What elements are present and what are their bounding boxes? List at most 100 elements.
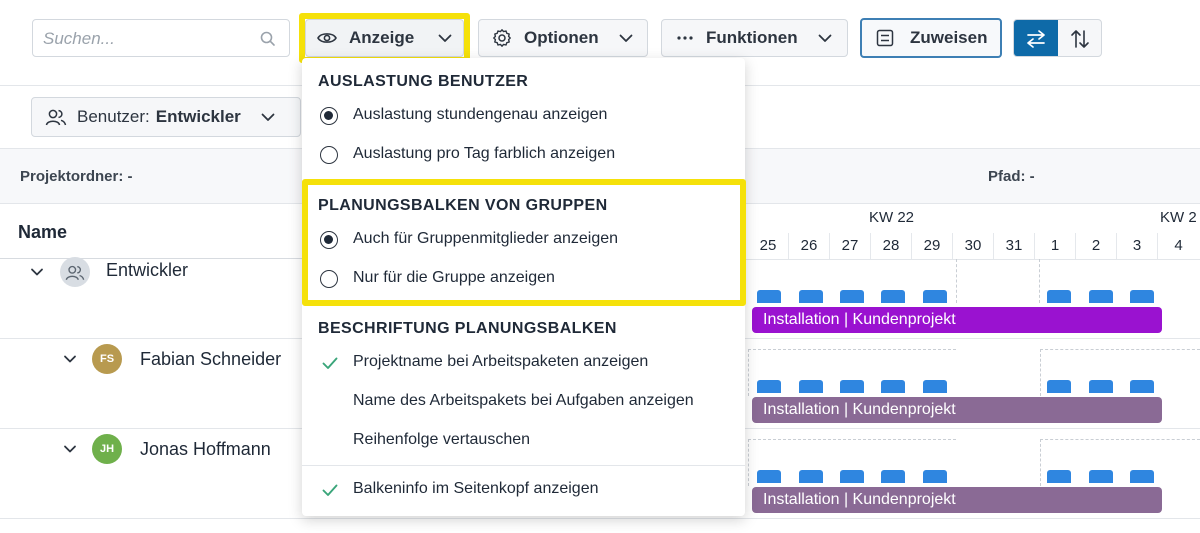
radio-selected[interactable] [320,107,338,125]
menu-item-balkeninfo[interactable]: Balkeninfo im Seitenkopf anzeigen [302,476,745,512]
menu-item-reihenfolge[interactable]: Reihenfolge vertauschen [302,427,745,463]
name-column-header[interactable]: Name [18,222,67,243]
menu-item-label: Reihenfolge vertauschen [353,431,531,448]
day-cell: 31 [994,233,1035,259]
day-cell: 26 [789,233,830,259]
pfad-label: Pfad: - [988,168,1035,185]
anzeige-highlight-frame [299,13,470,63]
orientation-toggle[interactable] [1013,19,1102,57]
funktionen-label: Funktionen [706,28,798,47]
menu-section-title: BESCHRIFTUNG PLANUNGSBALKEN [318,320,617,337]
optionen-label: Optionen [524,28,599,47]
group-section-highlight-frame [302,179,746,306]
chevron-down-icon[interactable] [63,442,77,456]
planning-bar[interactable]: Installation | Kundenprojekt [752,307,1162,333]
projektordner-label: Projektordner: - [20,168,133,185]
chevron-down-icon [818,34,832,42]
menu-item-label: Balkeninfo im Seitenkopf anzeigen [353,480,599,497]
workload-block [1130,290,1154,303]
avatar: JH [92,434,122,464]
menu-item-label: Auslastung stundengenau anzeigen [353,106,608,123]
workload-block [799,380,823,393]
menu-item-label: Auslastung pro Tag farblich anzeigen [353,145,616,162]
menu-divider [302,465,745,466]
workload-block [840,470,864,483]
user-filter-prefix: Benutzer: [77,107,150,126]
day-cell: 28 [871,233,912,259]
workload-block [923,290,947,303]
day-cell: 29 [912,233,953,259]
week-label: KW 22 [869,209,915,226]
day-header: 25 26 27 28 29 30 31 1 2 3 4 [748,233,1199,259]
workload-block [757,470,781,483]
week-label: KW 2 [1160,209,1197,226]
group-avatar [60,257,90,287]
workload-block [1047,380,1071,393]
workload-block [1089,380,1113,393]
workload-block [923,470,947,483]
menu-item-label: Projektname bei Arbeitspaketen anzeigen [353,353,649,370]
workload-block [757,290,781,303]
weekend-shade [956,259,1040,303]
menu-item-arbeitspaket-name[interactable]: Name des Arbeitspakets bei Aufgaben anze… [302,388,745,424]
users-icon [45,109,67,126]
menu-item-projektname[interactable]: Projektname bei Arbeitspaketen anzeigen [302,349,745,385]
search-input[interactable] [43,28,253,50]
workload-block [799,470,823,483]
chevron-down-icon [619,34,633,42]
day-cell: 4 [1174,237,1183,254]
check-icon [322,484,338,496]
workload-block [757,380,781,393]
planning-bar[interactable]: Installation | Kundenprojekt [752,487,1162,513]
chevron-down-icon[interactable] [30,265,44,279]
day-cell: 27 [830,233,871,259]
vertical-swap-button[interactable] [1058,20,1101,56]
workload-block [1130,380,1154,393]
swap-vertical-icon [1071,30,1089,48]
swap-horizontal-icon [1027,30,1045,48]
horizontal-swap-button[interactable] [1014,20,1058,56]
row-divider [0,518,1200,519]
day-cell: 3 [1117,233,1158,259]
workload-block [1047,470,1071,483]
user-filter-value: Entwickler [155,107,241,126]
optionen-button[interactable]: Optionen [478,19,648,57]
zuweisen-button[interactable]: Zuweisen [860,18,1002,58]
assign-icon [876,29,894,47]
day-cell: 30 [953,233,994,259]
workload-block [799,290,823,303]
menu-item-auslastung-pro-tag[interactable]: Auslastung pro Tag farblich anzeigen [302,141,745,177]
chevron-down-icon[interactable] [63,352,77,366]
avatar: FS [92,344,122,374]
search-icon [260,31,275,46]
workload-block [881,290,905,303]
row-name[interactable]: Entwickler [106,260,188,281]
chevron-down-icon [261,113,275,121]
menu-item-label: Name des Arbeitspakets bei Aufgaben anze… [353,392,694,409]
day-cell: 1 [1035,233,1076,259]
workload-block [1089,290,1113,303]
planning-bar[interactable]: Installation | Kundenprojekt [752,397,1162,423]
menu-section-title: AUSLASTUNG BENUTZER [318,73,529,90]
workload-block [1089,470,1113,483]
gear-icon [493,29,511,47]
check-icon [322,357,338,369]
row-name[interactable]: Fabian Schneider [140,349,281,370]
workload-block [923,380,947,393]
day-cell: 2 [1076,233,1117,259]
day-cell: 25 [748,233,789,259]
zuweisen-label: Zuweisen [910,28,988,47]
workload-block [881,380,905,393]
row-name[interactable]: Jonas Hoffmann [140,439,271,460]
funktionen-button[interactable]: Funktionen [661,19,848,57]
workload-block [840,290,864,303]
workload-block [840,380,864,393]
radio-unselected[interactable] [320,146,338,164]
user-filter-button[interactable]: Benutzer: Entwickler [31,97,301,137]
search-box[interactable] [32,19,290,57]
menu-item-auslastung-stundengenau[interactable]: Auslastung stundengenau anzeigen [302,102,745,138]
ellipsis-icon [677,36,693,40]
users-icon [65,265,85,280]
workload-block [1047,290,1071,303]
workload-block [881,470,905,483]
